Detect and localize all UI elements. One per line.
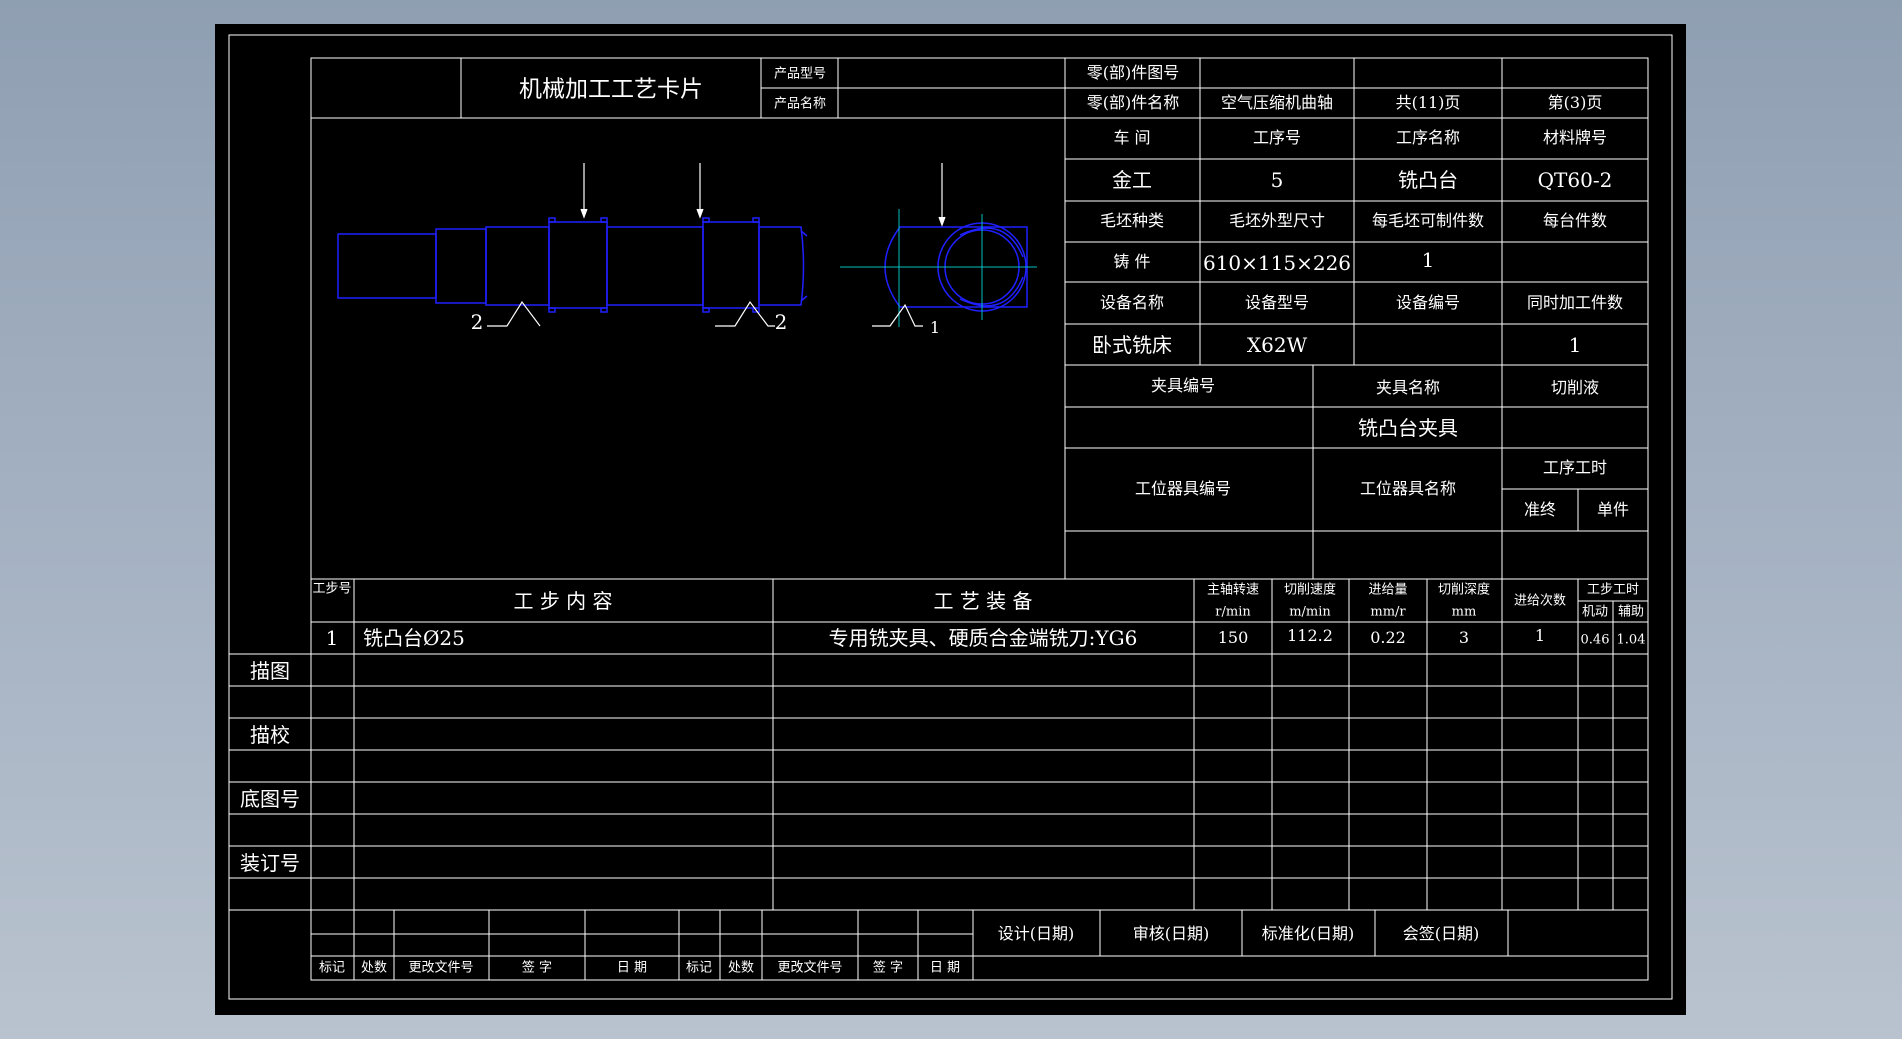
total-pages: 共(11)页 bbox=[1395, 93, 1461, 112]
count-label-2: 处数 bbox=[727, 960, 755, 976]
spindle-speed-header: 主轴转速 bbox=[1206, 582, 1260, 598]
fixture-name-label: 夹具名称 bbox=[1375, 378, 1441, 397]
support-label-side: 1 bbox=[929, 318, 941, 337]
op-name-label: 工序名称 bbox=[1395, 128, 1461, 147]
part-name-value: 空气压缩机曲轴 bbox=[1220, 93, 1334, 112]
base-drawing-no-label: 底图号 bbox=[240, 787, 300, 811]
station-tool-name-label: 工位器具名称 bbox=[1359, 479, 1457, 498]
step-row-spindle-speed: 150 bbox=[1217, 628, 1249, 647]
fixture-name-value: 铣凸台夹具 bbox=[1358, 416, 1458, 440]
step-row-passes: 1 bbox=[1534, 626, 1546, 645]
op-time-label: 工序工时 bbox=[1542, 458, 1608, 477]
date-label-2: 日 期 bbox=[929, 960, 961, 976]
blank-size-label: 毛坯外型尺寸 bbox=[1228, 211, 1326, 230]
equipment-model-value: X62W bbox=[1246, 333, 1308, 357]
part-name-label: 零(部)件名称 bbox=[1086, 93, 1180, 112]
step-row-content: 铣凸台Ø25 bbox=[363, 626, 465, 650]
workshop-value: 金工 bbox=[1112, 168, 1152, 192]
blank-type-label: 毛坯种类 bbox=[1099, 211, 1165, 230]
card-grid-lines bbox=[228, 34, 1673, 1000]
trace-label: 描图 bbox=[250, 659, 290, 683]
equipment-no-label: 设备编号 bbox=[1395, 293, 1461, 312]
trace-check-label: 描校 bbox=[250, 723, 290, 747]
signature-label: 签 字 bbox=[521, 960, 553, 976]
passes-header: 进给次数 bbox=[1513, 593, 1567, 609]
feed-header: 进给量 bbox=[1368, 582, 1408, 598]
product-name-label: 产品名称 bbox=[773, 96, 827, 112]
cut-depth-header: 切削深度 bbox=[1437, 582, 1491, 598]
binding-no-label: 装订号 bbox=[240, 851, 300, 875]
process-card-sheet: 机械加工工艺卡片 产品型号 产品名称 零(部)件图号 零(部)件名称 空气压缩机… bbox=[215, 24, 1686, 1015]
op-no-label: 工序号 bbox=[1252, 128, 1302, 147]
review-date-label: 审核(日期) bbox=[1132, 924, 1210, 943]
part-drawing-no-label: 零(部)件图号 bbox=[1086, 63, 1180, 82]
cutting-speed-unit: m/min bbox=[1289, 604, 1331, 620]
standardize-date-label: 标准化(日期) bbox=[1261, 924, 1355, 943]
step-row-aux-time: 1.04 bbox=[1616, 632, 1646, 648]
step-content-header: 工 步 内 容 bbox=[513, 589, 613, 613]
page-number: 第(3)页 bbox=[1547, 93, 1603, 112]
blank-type-value: 铸 件 bbox=[1113, 252, 1151, 271]
fixture-no-label: 夹具编号 bbox=[1150, 376, 1216, 395]
clamp-and-support-symbols bbox=[487, 163, 946, 327]
station-tool-no-label: 工位器具编号 bbox=[1134, 479, 1232, 498]
parts-per-blank-value: 1 bbox=[1421, 248, 1435, 272]
support-label-left: 2 bbox=[470, 310, 484, 334]
equipment-name-value: 卧式铣床 bbox=[1092, 333, 1172, 357]
change-doc-no-label-2: 更改文件号 bbox=[777, 960, 843, 976]
step-no-header: 工步号 bbox=[312, 581, 352, 597]
signature-label-2: 签 字 bbox=[872, 960, 904, 976]
support-label-right: 2 bbox=[774, 310, 788, 334]
step-time-header: 工步工时 bbox=[1586, 582, 1640, 598]
crankshaft-front-view bbox=[337, 217, 808, 313]
prep-time-label: 准终 bbox=[1523, 500, 1557, 519]
op-name-value: 铣凸台 bbox=[1398, 168, 1458, 192]
step-row-cutting-speed: 112.2 bbox=[1287, 626, 1333, 645]
workshop-label: 车 间 bbox=[1113, 128, 1151, 147]
step-row-feed: 0.22 bbox=[1370, 628, 1406, 647]
parts-per-blank-label: 每毛坯可制件数 bbox=[1371, 211, 1485, 230]
step-row-no: 1 bbox=[325, 626, 339, 650]
step-row-equipment: 专用铣夹具、硬质合金端铣刀:YG6 bbox=[828, 626, 1138, 650]
aux-time-header: 辅助 bbox=[1617, 604, 1645, 620]
product-model-label: 产品型号 bbox=[773, 66, 827, 82]
design-date-label: 设计(日期) bbox=[997, 924, 1075, 943]
countersign-date-label: 会签(日期) bbox=[1402, 924, 1480, 943]
step-row-machine-time: 0.46 bbox=[1580, 632, 1610, 648]
feed-unit: mm/r bbox=[1370, 604, 1406, 620]
simultaneous-label: 同时加工件数 bbox=[1526, 293, 1624, 312]
blank-size-value: 610×115×226 bbox=[1202, 251, 1352, 275]
mark-label: 标记 bbox=[318, 960, 346, 976]
unit-time-label: 单件 bbox=[1596, 500, 1630, 519]
step-row-depth: 3 bbox=[1458, 628, 1470, 647]
simultaneous-value: 1 bbox=[1568, 333, 1582, 357]
op-no-value: 5 bbox=[1270, 168, 1284, 192]
material-value: QT60-2 bbox=[1537, 168, 1613, 192]
equipment-model-label: 设备型号 bbox=[1244, 293, 1310, 312]
card-title: 机械加工工艺卡片 bbox=[519, 76, 703, 103]
coolant-label: 切削液 bbox=[1550, 378, 1600, 397]
cut-depth-unit: mm bbox=[1451, 604, 1477, 620]
mark-label-2: 标记 bbox=[685, 960, 713, 976]
date-label: 日 期 bbox=[616, 960, 648, 976]
cutting-speed-header: 切削速度 bbox=[1283, 582, 1337, 598]
spindle-speed-unit: r/min bbox=[1215, 604, 1251, 620]
count-label: 处数 bbox=[360, 960, 388, 976]
change-doc-no-label: 更改文件号 bbox=[408, 960, 474, 976]
equipment-header: 工 艺 装 备 bbox=[933, 589, 1033, 613]
parts-per-unit-label: 每台件数 bbox=[1542, 211, 1608, 230]
machine-time-header: 机动 bbox=[1581, 604, 1609, 620]
equipment-name-label: 设备名称 bbox=[1099, 293, 1165, 312]
material-label: 材料牌号 bbox=[1542, 128, 1608, 147]
